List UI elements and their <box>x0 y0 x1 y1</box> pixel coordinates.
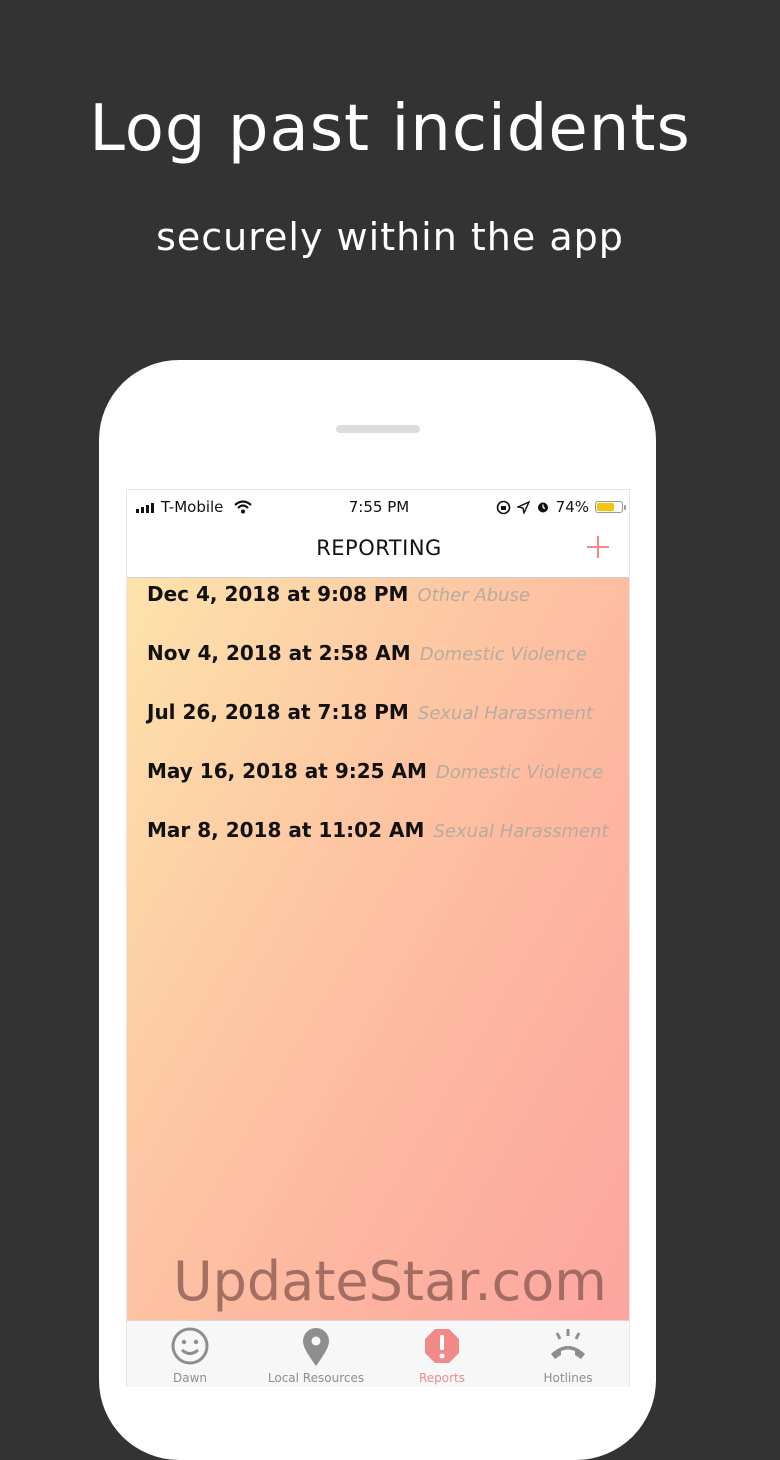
page-title: REPORTING <box>316 536 442 560</box>
plus-icon <box>587 536 609 558</box>
report-date: Dec 4, 2018 at 9:08 PM <box>147 582 409 606</box>
report-date: Nov 4, 2018 at 2:58 AM <box>147 641 411 665</box>
rotation-lock-icon <box>496 500 510 514</box>
status-right: 74% <box>496 498 626 516</box>
tab-hotlines[interactable]: Hotlines <box>505 1321 629 1387</box>
phone-speaker <box>336 425 420 433</box>
battery-icon <box>595 501 626 513</box>
report-row[interactable]: Jul 26, 2018 at 7:18 PM Sexual Harassmen… <box>147 700 593 740</box>
report-type: Sexual Harassment <box>417 703 594 724</box>
tab-reports[interactable]: Reports <box>379 1321 505 1387</box>
status-bar: T-Mobile 7:55 PM 74% <box>127 490 629 522</box>
nav-bar: REPORTING <box>127 522 629 578</box>
tab-dawn[interactable]: Dawn <box>127 1321 253 1387</box>
location-icon <box>516 500 530 514</box>
report-row[interactable]: May 16, 2018 at 9:25 AM Domestic Violenc… <box>147 759 603 799</box>
tab-label: Hotlines <box>543 1371 593 1385</box>
tab-label: Reports <box>418 1371 466 1385</box>
battery-fill <box>597 503 615 511</box>
report-type: Domestic Violence <box>436 762 604 783</box>
report-row[interactable]: Dec 4, 2018 at 9:08 PM Other Abuse <box>147 582 530 622</box>
report-date: May 16, 2018 at 9:25 AM <box>147 759 427 783</box>
tab-label: Dawn <box>172 1371 207 1385</box>
tab-bar: Dawn Local Resources Reports Hotlines <box>127 1320 629 1387</box>
reports-list: Dec 4, 2018 at 9:08 PM Other Abuse Nov 4… <box>127 578 629 1320</box>
report-type: Domestic Violence <box>419 644 588 665</box>
smiley-icon <box>171 1327 209 1365</box>
tab-label: Local Resources <box>267 1371 365 1385</box>
phone-icon <box>551 1329 585 1359</box>
map-pin-icon <box>303 1328 329 1366</box>
report-row[interactable]: Nov 4, 2018 at 2:58 AM Domestic Violence <box>147 641 587 681</box>
add-report-button[interactable] <box>585 534 611 560</box>
tab-local-resources[interactable]: Local Resources <box>253 1321 379 1387</box>
watermark: UpdateStar.com <box>173 1250 607 1313</box>
report-date: Jul 26, 2018 at 7:18 PM <box>147 700 409 724</box>
report-type: Other Abuse <box>417 585 530 606</box>
report-row[interactable]: Mar 8, 2018 at 11:02 AM Sexual Harassmen… <box>147 818 609 858</box>
report-date: Mar 8, 2018 at 11:02 AM <box>147 818 425 842</box>
alarm-icon <box>537 502 548 513</box>
alert-icon <box>425 1329 459 1363</box>
battery-percent: 74% <box>555 498 589 516</box>
promo-subtitle: securely within the app <box>156 215 624 259</box>
promo-title: Log past incidents <box>89 92 691 166</box>
report-type: Sexual Harassment <box>433 821 609 842</box>
